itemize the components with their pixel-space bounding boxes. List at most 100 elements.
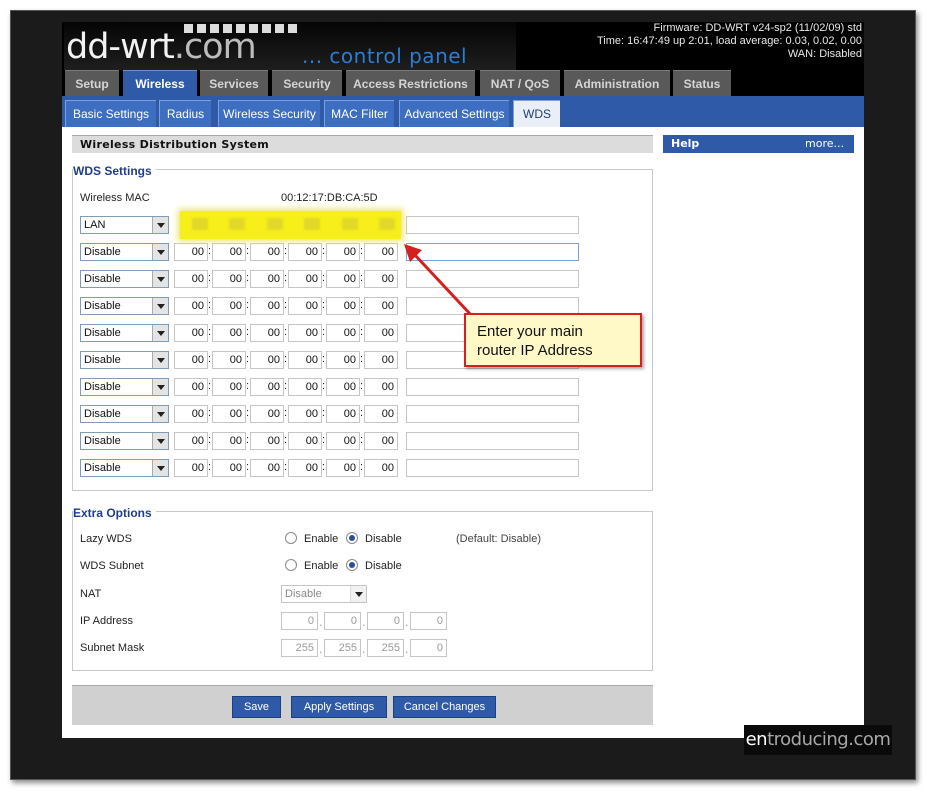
wds-mac-octet[interactable]: 00: [174, 297, 208, 315]
wds-mac-octet[interactable]: 00: [288, 243, 322, 261]
wds-mac-octet[interactable]: 00: [288, 405, 322, 423]
subtab-advanced-settings[interactable]: Advanced Settings: [399, 100, 509, 127]
tab-wireless[interactable]: Wireless: [123, 70, 197, 96]
lazy-wds-enable-radio[interactable]: [285, 532, 297, 544]
tab-setup[interactable]: Setup: [65, 70, 119, 96]
wds-mode-select[interactable]: LAN: [80, 216, 169, 234]
wds-mac-octet[interactable]: 00: [364, 459, 398, 477]
wds-mac-octet[interactable]: 00: [326, 324, 360, 342]
subnet-mask-octet[interactable]: 255: [324, 639, 361, 657]
wds-mac-octet[interactable]: 00: [364, 297, 398, 315]
subtab-basic-settings[interactable]: Basic Settings: [65, 100, 156, 127]
wds-mac-octet[interactable]: 00: [288, 324, 322, 342]
wds-mac-octet[interactable]: 00: [326, 351, 360, 369]
wds-mac-octet[interactable]: 00: [326, 405, 360, 423]
subtab-wireless-security[interactable]: Wireless Security: [218, 100, 320, 127]
wds-mac-octet[interactable]: 00: [288, 270, 322, 288]
ip-address-octet[interactable]: 0: [281, 612, 318, 630]
wds-mac-octet[interactable]: 00: [212, 270, 246, 288]
lazy-wds-disable-radio[interactable]: [346, 532, 358, 544]
wds-mac-octet[interactable]: 00: [174, 351, 208, 369]
wds-mac-octet[interactable]: 00: [288, 459, 322, 477]
subtab-wds[interactable]: WDS: [513, 100, 560, 127]
wds-mac-octet[interactable]: 00: [250, 270, 284, 288]
wds-mac-octet[interactable]: 00: [174, 432, 208, 450]
wds-mac-octet[interactable]: 00: [250, 432, 284, 450]
subtab-radius[interactable]: Radius: [159, 100, 211, 127]
tab-services[interactable]: Services: [200, 70, 268, 96]
wds-mode-select[interactable]: Disable: [80, 378, 169, 396]
wds-mac-octet[interactable]: 00: [288, 297, 322, 315]
ip-address-octet[interactable]: 0: [410, 612, 447, 630]
wds-mac-octet[interactable]: 00: [174, 405, 208, 423]
tab-nat-qos[interactable]: NAT / QoS: [480, 70, 560, 96]
tab-security[interactable]: Security: [272, 70, 342, 96]
wds-mac-octet[interactable]: 00: [250, 324, 284, 342]
wds-mac-octet[interactable]: 00: [174, 270, 208, 288]
tab-administration[interactable]: Administration: [564, 70, 670, 96]
wds-mode-select[interactable]: Disable: [80, 405, 169, 423]
wds-mode-select[interactable]: Disable: [80, 324, 169, 342]
wds-mac-octet[interactable]: 00: [364, 351, 398, 369]
wds-mac-octet[interactable]: 00: [174, 459, 208, 477]
wds-description-input[interactable]: [406, 432, 579, 450]
wds-description-input[interactable]: [406, 216, 579, 234]
wds-mac-octet[interactable]: 00: [364, 243, 398, 261]
wds-mac-octet[interactable]: 00: [212, 459, 246, 477]
wds-mac-octet[interactable]: 00: [250, 297, 284, 315]
subtab-mac-filter[interactable]: MAC Filter: [324, 100, 394, 127]
tab-status[interactable]: Status: [673, 70, 731, 96]
ip-address-octet[interactable]: 0: [367, 612, 404, 630]
wds-mac-octet[interactable]: 00: [364, 405, 398, 423]
wds-mode-select[interactable]: Disable: [80, 243, 169, 261]
subnet-mask-octet[interactable]: 0: [410, 639, 447, 657]
wds-mac-octet[interactable]: 00: [326, 243, 360, 261]
apply-settings-button[interactable]: Apply Settings: [291, 696, 387, 718]
wds-subnet-disable-radio[interactable]: [346, 559, 358, 571]
wds-mac-octet[interactable]: 00: [174, 324, 208, 342]
wds-mac-octet[interactable]: 00: [250, 243, 284, 261]
wds-mac-octet[interactable]: 00: [326, 270, 360, 288]
wds-mac-octet[interactable]: 00: [212, 405, 246, 423]
nat-select[interactable]: Disable: [281, 585, 367, 603]
wds-description-input[interactable]: [406, 378, 579, 396]
wds-mac-octet[interactable]: 00: [174, 243, 208, 261]
tab-access-restrictions[interactable]: Access Restrictions: [346, 70, 475, 96]
wds-mac-octet[interactable]: 00: [212, 243, 246, 261]
wds-mac-octet[interactable]: 00: [326, 378, 360, 396]
wds-mode-select[interactable]: Disable: [80, 297, 169, 315]
wds-mac-octet[interactable]: 00: [250, 459, 284, 477]
cancel-changes-button[interactable]: Cancel Changes: [393, 696, 496, 718]
subnet-mask-octet[interactable]: 255: [281, 639, 318, 657]
wds-mode-select[interactable]: Disable: [80, 351, 169, 369]
wds-mac-octet[interactable]: 00: [212, 378, 246, 396]
wds-mac-octet[interactable]: 00: [288, 378, 322, 396]
wds-mac-octet[interactable]: 00: [326, 459, 360, 477]
ip-address-octet[interactable]: 0: [324, 612, 361, 630]
wds-mac-octet[interactable]: 00: [212, 324, 246, 342]
wds-mac-octet[interactable]: 00: [326, 432, 360, 450]
wds-mode-select[interactable]: Disable: [80, 270, 169, 288]
wds-mac-octet[interactable]: 00: [288, 432, 322, 450]
wds-mac-octet[interactable]: 00: [250, 351, 284, 369]
wds-mac-octet[interactable]: 00: [212, 297, 246, 315]
wds-mac-octet[interactable]: 00: [250, 405, 284, 423]
wds-mac-octet[interactable]: 00: [364, 378, 398, 396]
wds-mac-octet[interactable]: 00: [212, 432, 246, 450]
wds-mac-octet[interactable]: 00: [364, 432, 398, 450]
wds-mode-select[interactable]: Disable: [80, 459, 169, 477]
wds-subnet-enable-radio[interactable]: [285, 559, 297, 571]
save-button[interactable]: Save: [232, 696, 281, 718]
wds-mac-octet[interactable]: 00: [326, 297, 360, 315]
wds-mac-octet[interactable]: 00: [364, 324, 398, 342]
wds-description-input[interactable]: [406, 459, 579, 477]
subnet-mask-octet[interactable]: 255: [367, 639, 404, 657]
wds-mode-select[interactable]: Disable: [80, 432, 169, 450]
wds-mac-octet[interactable]: 00: [174, 378, 208, 396]
wds-mac-octet[interactable]: 00: [364, 270, 398, 288]
help-more-link[interactable]: more...: [805, 135, 844, 153]
wds-description-input[interactable]: [406, 405, 579, 423]
wds-mac-octet[interactable]: 00: [250, 378, 284, 396]
wds-mac-octet[interactable]: 00: [212, 351, 246, 369]
wds-mac-octet[interactable]: 00: [288, 351, 322, 369]
